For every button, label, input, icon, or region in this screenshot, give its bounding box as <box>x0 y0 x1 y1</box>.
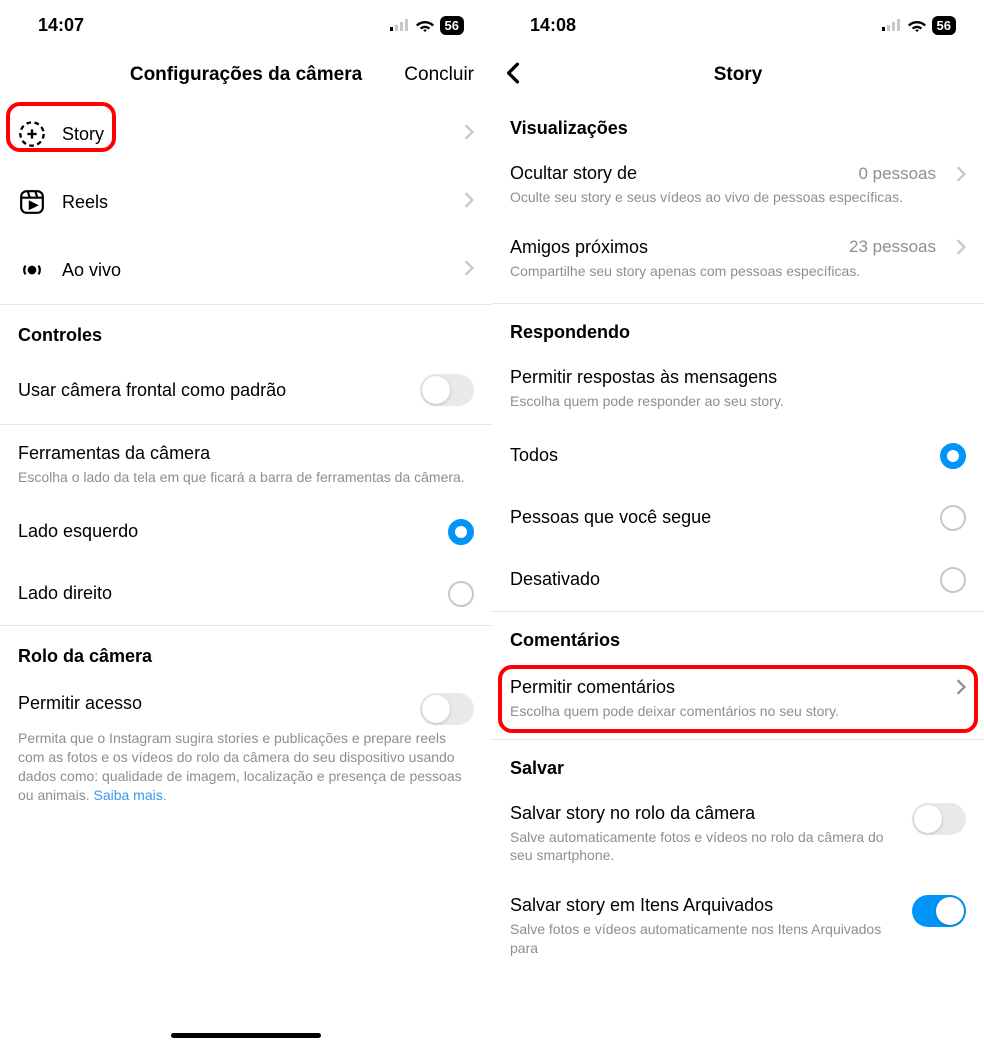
toggle-switch[interactable] <box>912 803 966 835</box>
radio-right-label: Lado direito <box>18 583 112 604</box>
row-allow-comments[interactable]: Permitir comentários Escolha quem pode d… <box>492 669 984 733</box>
menu-reels-label: Reels <box>62 192 464 213</box>
story-icon <box>18 120 46 148</box>
reels-icon <box>18 188 46 216</box>
section-comments: Comentários <box>492 612 984 669</box>
toggle-allow-access[interactable]: Permitir acesso <box>0 677 492 725</box>
hide-story-desc: Oculte seu story e seus vídeos ao vivo d… <box>510 188 966 207</box>
menu-live[interactable]: Ao vivo <box>0 236 492 304</box>
row-save-roll[interactable]: Salvar story no rolo da câmera Salve aut… <box>492 797 984 880</box>
home-indicator[interactable] <box>171 1033 321 1038</box>
save-archive-title: Salvar story em Itens Arquivados <box>510 895 898 916</box>
nav-header: Configurações da câmera Concluir <box>0 50 492 100</box>
allow-replies-desc: Escolha quem pode responder ao seu story… <box>510 392 966 411</box>
radio-selected-icon <box>448 519 474 545</box>
done-button[interactable]: Concluir <box>404 64 474 86</box>
radio-off[interactable]: Desativado <box>492 549 984 611</box>
radio-left-label: Lado esquerdo <box>18 521 138 542</box>
menu-live-label: Ao vivo <box>62 260 464 281</box>
nav-title: Configurações da câmera <box>130 64 362 86</box>
chevron-right-icon <box>956 679 966 695</box>
battery-badge: 56 <box>932 16 956 35</box>
close-friends-title: Amigos próximos <box>510 237 648 258</box>
radio-selected-icon <box>940 443 966 469</box>
radio-unselected-icon <box>940 567 966 593</box>
battery-badge: 56 <box>440 16 464 35</box>
toggle-switch[interactable] <box>420 693 474 725</box>
wifi-icon <box>416 19 434 32</box>
toggle-front-camera[interactable]: Usar câmera frontal como padrão <box>0 356 492 424</box>
section-camera-roll: Rolo da câmera <box>0 626 492 677</box>
radio-unselected-icon <box>940 505 966 531</box>
camera-tools-title: Ferramentas da câmera <box>18 443 474 464</box>
chevron-left-icon <box>506 62 520 84</box>
back-button[interactable] <box>506 62 520 89</box>
save-roll-desc: Salve automaticamente fotos e vídeos no … <box>510 828 898 866</box>
section-controls: Controles <box>0 305 492 356</box>
row-save-archive[interactable]: Salvar story em Itens Arquivados Salve f… <box>492 879 984 972</box>
save-roll-title: Salvar story no rolo da câmera <box>510 803 898 824</box>
allow-access-desc: Permita que o Instagram sugira stories e… <box>18 729 474 805</box>
allow-access-title: Permitir acesso <box>18 693 142 714</box>
section-replying: Respondendo <box>492 304 984 361</box>
right-screenshot: 14:08 56 Story Visualizações Ocultar sto… <box>492 0 984 1046</box>
allow-replies-title: Permitir respostas às mensagens <box>510 367 966 388</box>
close-friends-value: 23 pessoas <box>849 237 936 257</box>
toggle-front-camera-label: Usar câmera frontal como padrão <box>18 380 286 401</box>
radio-everyone[interactable]: Todos <box>492 425 984 487</box>
status-bar: 14:07 56 <box>0 0 492 50</box>
chevron-right-icon <box>464 260 474 281</box>
radio-left-side[interactable]: Lado esquerdo <box>0 501 492 563</box>
row-allow-replies: Permitir respostas às mensagens Escolha … <box>492 361 984 425</box>
menu-reels[interactable]: Reels <box>0 168 492 236</box>
save-archive-desc: Salve fotos e vídeos automaticamente nos… <box>510 920 898 958</box>
left-screenshot: 14:07 56 Configurações da câmera Conclui… <box>0 0 492 1046</box>
learn-more-link[interactable]: Saiba mais <box>93 787 162 803</box>
chevron-right-icon <box>956 239 966 255</box>
row-hide-story[interactable]: Ocultar story de 0 pessoas Oculte seu st… <box>492 157 984 221</box>
section-save: Salvar <box>492 740 984 797</box>
allow-comments-desc: Escolha quem pode deixar comentários no … <box>510 702 966 721</box>
chevron-right-icon <box>464 192 474 213</box>
radio-off-label: Desativado <box>510 569 600 590</box>
hide-story-title: Ocultar story de <box>510 163 637 184</box>
nav-header: Story <box>492 50 984 100</box>
radio-everyone-label: Todos <box>510 445 558 466</box>
toggle-switch[interactable] <box>420 374 474 406</box>
section-views: Visualizações <box>492 100 984 157</box>
cellular-icon <box>390 19 410 31</box>
wifi-icon <box>908 19 926 32</box>
status-time: 14:08 <box>530 15 576 36</box>
allow-comments-title: Permitir comentários <box>510 677 675 698</box>
menu-story-label: Story <box>62 124 464 145</box>
close-friends-desc: Compartilhe seu story apenas com pessoas… <box>510 262 966 281</box>
cellular-icon <box>882 19 902 31</box>
chevron-right-icon <box>464 124 474 145</box>
live-icon <box>18 256 46 284</box>
camera-tools-desc: Escolha o lado da tela em que ficará a b… <box>18 468 474 487</box>
radio-right-side[interactable]: Lado direito <box>0 563 492 625</box>
menu-story[interactable]: Story <box>0 100 492 168</box>
row-close-friends[interactable]: Amigos próximos 23 pessoas Compartilhe s… <box>492 221 984 295</box>
radio-following[interactable]: Pessoas que você segue <box>492 487 984 549</box>
radio-unselected-icon <box>448 581 474 607</box>
status-time: 14:07 <box>38 15 84 36</box>
nav-title: Story <box>714 64 763 86</box>
hide-story-value: 0 pessoas <box>859 164 937 184</box>
status-bar: 14:08 56 <box>492 0 984 50</box>
chevron-right-icon <box>956 166 966 182</box>
toggle-switch-on[interactable] <box>912 895 966 927</box>
radio-following-label: Pessoas que você segue <box>510 507 711 528</box>
camera-tools-row: Ferramentas da câmera Escolha o lado da … <box>0 425 492 501</box>
